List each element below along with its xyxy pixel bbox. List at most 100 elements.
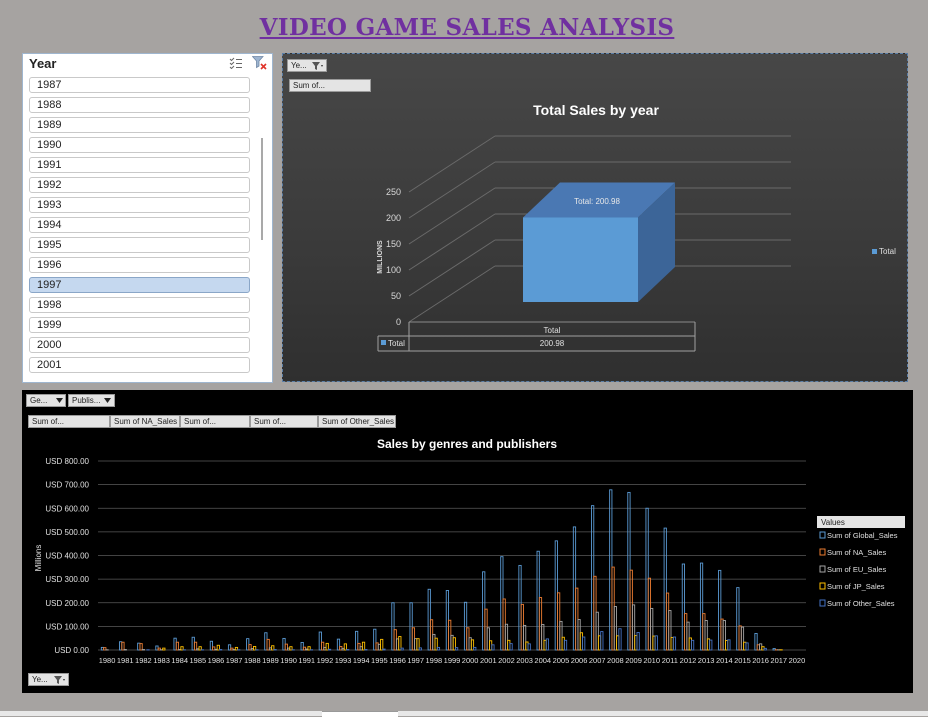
year-slicer[interactable]: Year 1987 1988 1989 1990 1991 1992 1993 1994 199… xyxy=(22,53,273,383)
legend: Total xyxy=(872,247,896,256)
y-tick-label: USD 700.00 xyxy=(45,481,89,490)
slicer-item-1996[interactable]: 1996 xyxy=(29,257,250,273)
bar-sum-of-other-sales[interactable] xyxy=(583,637,585,650)
bar-sum-of-other-sales[interactable] xyxy=(510,644,512,650)
x-tick-label: 2014 xyxy=(716,656,733,665)
bar-sum-of-other-sales[interactable] xyxy=(746,643,748,650)
x-tick-label: 1994 xyxy=(353,656,370,665)
legend: ValuesSum of Global_SalesSum of NA_Sales… xyxy=(817,516,905,608)
x-tick-label: 1988 xyxy=(244,656,261,665)
y-tick-label: 0 xyxy=(396,317,401,327)
x-tick-label: 2005 xyxy=(553,656,570,665)
x-tick-label: 1993 xyxy=(335,656,352,665)
bar-sum-of-other-sales[interactable] xyxy=(564,640,566,650)
clear-filter-icon[interactable] xyxy=(252,56,268,70)
bar-sum-of-other-sales[interactable] xyxy=(764,648,766,650)
slicer-item-1999[interactable]: 1999 xyxy=(29,317,250,333)
slicer-item-1987[interactable]: 1987 xyxy=(29,77,250,93)
x-tick-label: 2017 xyxy=(770,656,787,665)
x-tick-label: 2004 xyxy=(534,656,551,665)
slicer-item-1993[interactable]: 1993 xyxy=(29,197,250,213)
x-tick-label: 2012 xyxy=(680,656,697,665)
bar-sum-of-na-sales[interactable] xyxy=(122,642,124,650)
legend-key xyxy=(820,549,825,555)
x-tick-label: 1987 xyxy=(226,656,243,665)
total-sales-plot: 050100150200250MILLIONSTotal Sales by ye… xyxy=(283,54,909,383)
year-axis-button[interactable]: Ye... xyxy=(28,673,69,686)
bar-sum-of-other-sales[interactable] xyxy=(419,648,421,650)
bar-sum-of-jp-sales[interactable] xyxy=(362,642,364,650)
bar-sum-of-other-sales[interactable] xyxy=(673,637,675,650)
x-tick-label: 1980 xyxy=(99,656,116,665)
x-tick-label: 2007 xyxy=(589,656,606,665)
y-tick-label: USD 500.00 xyxy=(45,528,89,537)
x-tick-label: 2020 xyxy=(789,656,806,665)
y-tick-label: 250 xyxy=(386,187,401,197)
legend-label: Sum of EU_Sales xyxy=(827,565,886,574)
slicer-title: Year xyxy=(29,56,56,71)
y-tick-label: 50 xyxy=(391,291,401,301)
x-tick-label: 1999 xyxy=(444,656,461,665)
legend-key xyxy=(820,600,825,606)
bar-sum-of-jp-sales[interactable] xyxy=(381,639,383,650)
legend-key xyxy=(820,566,825,572)
bar-sum-of-other-sales[interactable] xyxy=(383,649,385,650)
x-tick-label: 1982 xyxy=(135,656,152,665)
bar-sum-of-other-sales[interactable] xyxy=(710,640,712,650)
gridline-diag xyxy=(409,188,495,244)
legend-label: Sum of Global_Sales xyxy=(827,531,898,540)
bar-sum-of-other-sales[interactable] xyxy=(728,640,730,650)
slicer-item-1988[interactable]: 1988 xyxy=(29,97,250,113)
bar-sum-of-other-sales[interactable] xyxy=(655,636,657,650)
y-tick-label: USD 100.00 xyxy=(45,622,89,631)
slicer-item-1998[interactable]: 1998 xyxy=(29,297,250,313)
slicer-item-1989[interactable]: 1989 xyxy=(29,117,250,133)
gridline-diag xyxy=(409,214,495,270)
chart-title: Sales by genres and publishers xyxy=(377,437,557,451)
slicer-item-1990[interactable]: 1990 xyxy=(29,137,250,153)
bar-sum-of-other-sales[interactable] xyxy=(691,640,693,650)
bar-sum-of-other-sales[interactable] xyxy=(619,629,621,650)
bar-sum-of-other-sales[interactable] xyxy=(474,647,476,650)
table-row-label: Total xyxy=(388,339,405,348)
x-tick-label: 1990 xyxy=(280,656,297,665)
bar-sum-of-other-sales[interactable] xyxy=(455,648,457,650)
bar-sum-of-other-sales[interactable] xyxy=(546,639,548,650)
bar-sum-of-other-sales[interactable] xyxy=(637,633,639,650)
x-tick-label: 1998 xyxy=(426,656,443,665)
slicer-item-1992[interactable]: 1992 xyxy=(29,177,250,193)
x-tick-label: 1985 xyxy=(190,656,207,665)
x-tick-label: 2009 xyxy=(625,656,642,665)
slicer-item-1991[interactable]: 1991 xyxy=(29,157,250,173)
x-tick-label: 1995 xyxy=(371,656,388,665)
bar-sum-of-other-sales[interactable] xyxy=(601,632,603,650)
legend-label: Sum of Other_Sales xyxy=(827,599,895,608)
slicer-item-2001[interactable]: 2001 xyxy=(29,357,250,373)
slicer-item-1997[interactable]: 1997 xyxy=(29,277,250,293)
bar-sum-of-na-sales[interactable] xyxy=(140,644,142,650)
y-tick-label: USD 400.00 xyxy=(45,552,89,561)
bar-sum-of-na-sales[interactable] xyxy=(176,642,178,650)
slicer-item-1995[interactable]: 1995 xyxy=(29,237,250,253)
slicer-item-2000[interactable]: 2000 xyxy=(29,337,250,353)
x-tick-label: 1992 xyxy=(317,656,334,665)
slicer-item-1994[interactable]: 1994 xyxy=(29,217,250,233)
table-legend-key xyxy=(381,340,386,345)
active-sheet-tab[interactable] xyxy=(322,711,398,717)
y-tick-label: USD 0.00 xyxy=(54,646,89,655)
table-header: Total xyxy=(544,326,561,335)
bar-sum-of-other-sales[interactable] xyxy=(328,649,330,650)
x-tick-label: 2001 xyxy=(480,656,497,665)
bar-sum-of-other-sales[interactable] xyxy=(528,644,530,650)
genre-publisher-plot: Sales by genres and publishers USD 0.00 US… xyxy=(22,390,913,693)
gridline-diag xyxy=(409,136,495,192)
x-tick-label: 1981 xyxy=(117,656,134,665)
legend-label: Total xyxy=(879,247,896,256)
bar-sum-of-other-sales[interactable] xyxy=(492,645,494,650)
bar-sum-of-jp-sales[interactable] xyxy=(163,648,165,650)
multi-select-icon[interactable] xyxy=(229,57,243,69)
bar-sum-of-other-sales[interactable] xyxy=(437,647,439,650)
y-tick-label: 200 xyxy=(386,213,401,223)
bar-sum-of-other-sales[interactable] xyxy=(401,648,403,650)
slicer-scrollbar[interactable] xyxy=(261,138,263,240)
